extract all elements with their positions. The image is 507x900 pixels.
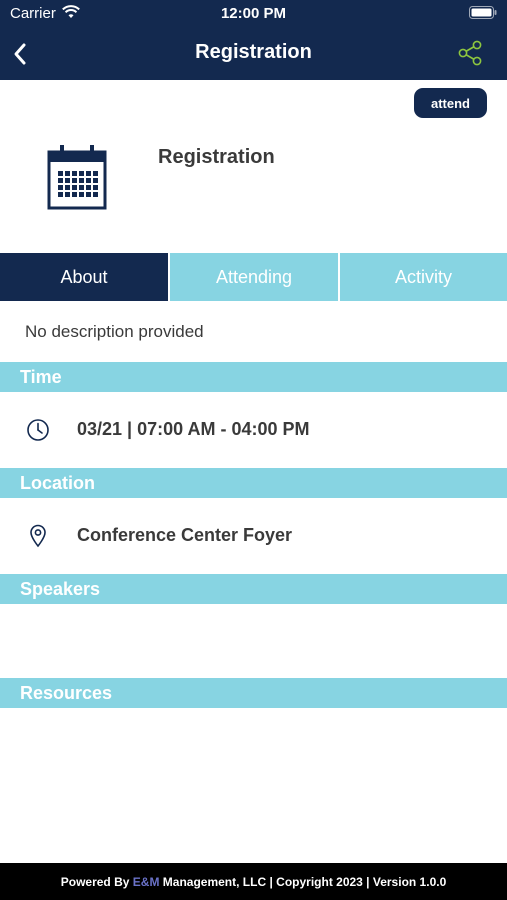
- section-header-speakers: Speakers: [0, 574, 507, 604]
- nav-bar: Registration: [0, 28, 507, 80]
- tab-about[interactable]: About: [0, 253, 168, 301]
- nav-title: Registration: [195, 41, 312, 63]
- footer-prefix: Powered By: [60, 874, 133, 889]
- footer-brand: E&M: [132, 874, 160, 889]
- tab-bar: About Attending Activity: [0, 253, 507, 301]
- map-pin-icon: [30, 524, 46, 548]
- share-icon[interactable]: [457, 40, 483, 66]
- session-time: 03/21 | 07:00 AM - 04:00 PM: [77, 419, 310, 439]
- status-time: 12:00 PM: [220, 5, 287, 22]
- tab-activity[interactable]: Activity: [340, 253, 507, 301]
- chevron-left-icon[interactable]: [12, 42, 28, 66]
- session-title: Registration: [158, 146, 275, 168]
- tab-attending[interactable]: Attending: [170, 253, 338, 301]
- section-header-resources: Resources: [0, 678, 507, 708]
- battery-icon: [469, 6, 497, 19]
- status-bar: Carrier 12:00 PM: [0, 0, 507, 28]
- clock-icon: [27, 419, 49, 441]
- footer: Powered By E&M Management, LLC | Copyrig…: [0, 863, 507, 900]
- section-header-location: Location: [0, 468, 507, 498]
- footer-suffix: Management, LLC | Copyright 2023 | Versi…: [159, 874, 447, 889]
- calendar-icon: [47, 145, 107, 210]
- session-location[interactable]: Conference Center Foyer: [77, 525, 292, 546]
- session-description: No description provided: [25, 322, 204, 341]
- section-header-time: Time: [0, 362, 507, 392]
- attend-button[interactable]: attend: [414, 88, 487, 118]
